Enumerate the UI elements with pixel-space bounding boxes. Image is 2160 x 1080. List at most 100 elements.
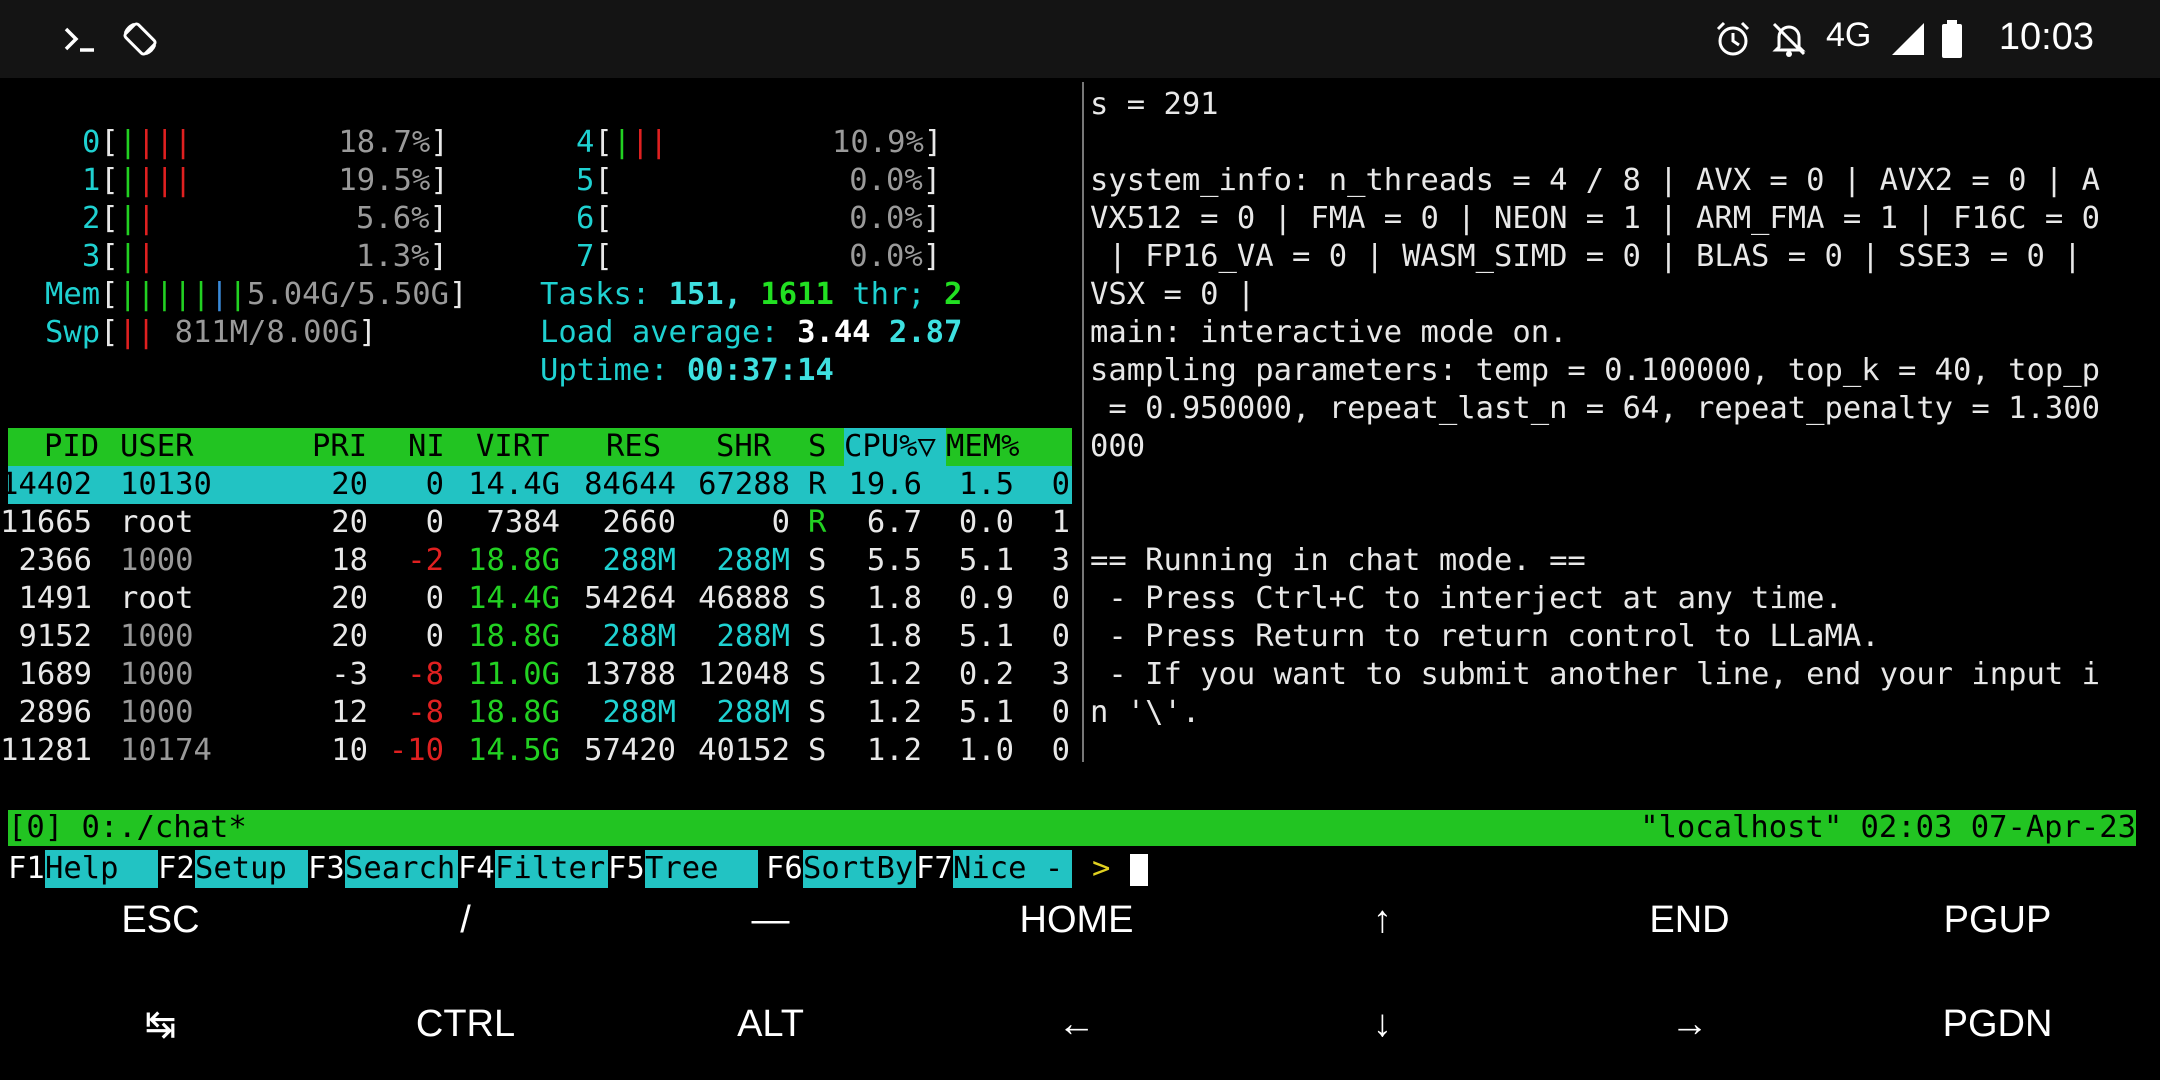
table-row[interactable]: 9152 1000 20 0 18.8G 288M 288M S 1.8 5.1 0 (8, 618, 1072, 656)
clock: 10:03 (1998, 16, 2094, 58)
cpu-meter: 7[0.0%] (576, 239, 942, 274)
table-row[interactable]: 11281 10174 10 -10 14.5G 57420 40152 S 1.2 1.0 0 (0, 732, 1072, 770)
table-cell: 20 (331, 505, 368, 540)
output-line: == Running in chat mode. == (1090, 543, 1586, 578)
table-cell: 0.0 (958, 505, 1014, 540)
table-cell: 0 (425, 467, 444, 502)
key-ctrl[interactable]: CTRL (313, 974, 618, 1074)
table-cell: 13788 (584, 657, 676, 692)
key-right[interactable]: → (1537, 974, 1842, 1074)
table-cell: 0 (771, 505, 790, 540)
key-end[interactable]: END (1537, 870, 1842, 970)
output-line: 000 (1090, 429, 1146, 464)
key-left[interactable]: ← (924, 974, 1229, 1074)
key-tab[interactable]: ↹ (8, 974, 313, 1074)
tmux-host-time: "localhost" 02:03 07-Apr-23 (1640, 810, 2136, 845)
output-line: n '\'. (1090, 695, 1201, 730)
table-cell: 57420 (584, 733, 676, 768)
col-res[interactable]: RES (606, 428, 661, 466)
col-shr[interactable]: SHR (716, 428, 771, 466)
key-pgup[interactable]: PGUP (1845, 870, 2150, 970)
key-up[interactable]: ↑ (1230, 870, 1535, 970)
cpu-meter: 4[||| 10.9%] (576, 125, 943, 160)
table-cell: 20 (331, 619, 368, 654)
table-cell: 5.1 (958, 543, 1014, 578)
table-cell: 1491 (18, 581, 92, 616)
table-cell: 20 (331, 581, 368, 616)
table-row[interactable]: 14402 10130 20 0 14.4G 84644 67288 R 19.6 1.5 0 (0, 466, 1072, 504)
termux-extra-keys: ESC / — HOME ↑ END PGUP ↹ CTRL ALT ← ↓ →… (0, 870, 2160, 1080)
col-user[interactable]: USER (120, 428, 193, 466)
output-line: = 0.950000, repeat_last_n = 64, repeat_p… (1090, 391, 2100, 426)
table-cell: 0 (1051, 733, 1070, 768)
table-cell: 1000 (120, 695, 194, 730)
table-cell: 18 (331, 543, 368, 578)
key-slash[interactable]: / (313, 870, 618, 970)
key-dash[interactable]: — (618, 870, 923, 970)
cpu-meter: 5[0.0%] (576, 163, 942, 198)
col-virt[interactable]: VIRT (476, 428, 549, 466)
pane-divider[interactable] (1082, 82, 1084, 762)
table-row[interactable]: 1491 root 20 0 14.4G 54264 46888 S 1.8 0.9 0 (8, 580, 1072, 618)
output-line: system_info: n_threads = 4 / 8 | AVX = 0… (1090, 163, 2100, 198)
table-cell: 0 (1051, 467, 1070, 502)
table-row[interactable]: 1689 1000 -3 -8 11.0G 13788 12048 S 1.2 0.2 3 (8, 656, 1072, 694)
table-cell: 54264 (584, 581, 676, 616)
table-row[interactable]: 11665 root 20 0 7384 2660 0 R 6.7 0.0 1 (0, 504, 1072, 542)
table-cell: 11665 (0, 505, 92, 540)
table-cell: 10174 (120, 733, 212, 768)
table-cell: 10 (331, 733, 368, 768)
process-table-header: PID USER PRI NI VIRT RES SHR S CPU%▽ MEM… (8, 428, 1072, 466)
output-line: - Press Ctrl+C to interject at any time. (1090, 581, 1843, 616)
terminal-area[interactable]: 0[|||| 18.7%] 1[|||| 19.5%] 2[|| 5.6%] 3[||… (0, 82, 2160, 888)
table-row[interactable]: 2366 1000 18 -2 18.8G 288M 288M S 5.5 5.1 3 (8, 542, 1072, 580)
cpu-meter: 3[|| 1.3%] (82, 239, 448, 274)
network-type: 4G (1826, 16, 1872, 54)
table-cell: S (808, 543, 827, 578)
table-cell: 0 (425, 581, 444, 616)
table-cell: 1000 (120, 619, 194, 654)
output-line: main: interactive mode on. (1090, 315, 1568, 350)
table-cell: 288M (716, 543, 790, 578)
col-pid[interactable]: PID (44, 428, 99, 466)
output-line: | FP16_VA = 0 | WASM_SIMD = 0 | BLAS = 0… (1090, 239, 2082, 274)
table-cell: R (808, 505, 827, 540)
key-home[interactable]: HOME (924, 870, 1229, 970)
table-cell: S (808, 657, 827, 692)
table-cell: 9152 (18, 619, 92, 654)
table-cell: 40152 (698, 733, 790, 768)
table-cell: R (808, 467, 827, 502)
table-cell: 14.4G (468, 581, 560, 616)
table-cell: 0 (425, 619, 444, 654)
table-cell: S (808, 619, 827, 654)
cpu-meter: 2[|| 5.6%] (82, 201, 448, 236)
tasks-meter: Tasks: 151, 1611 thr; 2 (540, 277, 963, 312)
table-cell: -2 (407, 543, 444, 578)
table-cell: 1.2 (866, 733, 922, 768)
output-line: s = 291 (1090, 87, 1219, 122)
table-cell: 18.8G (468, 543, 560, 578)
table-row[interactable]: 2896 1000 12 -8 18.8G 288M 288M S 1.2 5.1 0 (8, 694, 1072, 732)
col-state[interactable]: S (808, 428, 826, 466)
key-pgdn[interactable]: PGDN (1845, 974, 2150, 1074)
output-line: sampling parameters: temp = 0.100000, to… (1090, 353, 2100, 388)
key-alt[interactable]: ALT (618, 974, 923, 1074)
col-pri[interactable]: PRI (312, 428, 367, 466)
table-cell: 10130 (120, 467, 212, 502)
table-cell: 288M (716, 619, 790, 654)
table-cell: 18.8G (468, 695, 560, 730)
cpu-meter: 1[|||| 19.5%] (82, 163, 449, 198)
key-down[interactable]: ↓ (1230, 974, 1535, 1074)
table-cell: 0 (1051, 695, 1070, 730)
table-cell: 67288 (698, 467, 790, 502)
table-cell: 11.0G (468, 657, 560, 692)
table-cell: 2366 (18, 543, 92, 578)
table-cell: root (120, 581, 194, 616)
col-ni[interactable]: NI (408, 428, 445, 466)
tmux-window-list[interactable]: [0] 0:./chat* (8, 810, 247, 846)
col-mem[interactable]: MEM% (946, 428, 1019, 466)
col-cpu[interactable]: CPU%▽ (844, 428, 936, 466)
table-cell: 288M (602, 619, 676, 654)
key-esc[interactable]: ESC (8, 870, 313, 970)
table-cell: 2896 (18, 695, 92, 730)
